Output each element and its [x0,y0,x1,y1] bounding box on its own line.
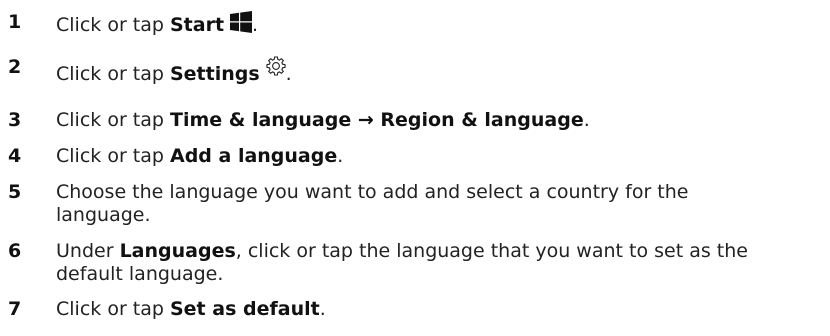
step-suffix: . [319,298,326,320]
add-language-label: Add a language [169,145,338,167]
start-label: Start [169,14,225,36]
step-number: 4 [8,145,22,167]
step-text: Click or tap Add a language. [56,145,776,168]
step-suffix: . [337,145,344,167]
step-line-2: language. [56,204,151,226]
languages-label: Languages [119,240,236,262]
step-suffix: . [252,14,259,36]
step-number: 2 [8,56,22,78]
step-number: 3 [8,109,22,131]
step-text: Click or tap Time & language → Region & … [56,109,776,132]
step-prefix: Click or tap [56,63,170,85]
step-text: Click or tap Start. [56,11,776,37]
step-text: Choose the language you want to add and … [56,181,776,227]
windows-logo-icon [230,11,253,33]
set-default-label: Set as default [169,298,320,320]
settings-label: Settings [169,63,260,85]
step-text: Under Languages, click or tap the langua… [56,240,776,286]
step-prefix: Click or tap [56,145,170,167]
step-prefix: Click or tap [56,109,170,131]
region-language-label: Region & language [380,109,584,131]
step-number: 6 [8,240,22,262]
step-suffix: , click or tap the language that you wan… [235,240,748,262]
step-number: 7 [8,298,22,320]
step-line-2: default language. [56,263,224,285]
step-suffix: . [583,109,590,131]
step-line-1: Choose the language you want to add and … [56,181,689,203]
step-prefix: Click or tap [56,14,170,36]
step-text: Click or tap Settings. [56,56,776,86]
step-text: Click or tap Set as default. [56,298,776,321]
step-prefix: Under [56,240,120,262]
step-number: 5 [8,181,22,203]
step-prefix: Click or tap [56,298,170,320]
step-number: 1 [8,11,22,33]
time-language-label: Time & language [169,109,352,131]
step-suffix: . [285,63,292,85]
gear-icon [266,56,286,76]
instruction-steps: 1 Click or tap Start. 2 Click or tap Set… [0,0,830,336]
arrow-separator: → [351,109,381,131]
